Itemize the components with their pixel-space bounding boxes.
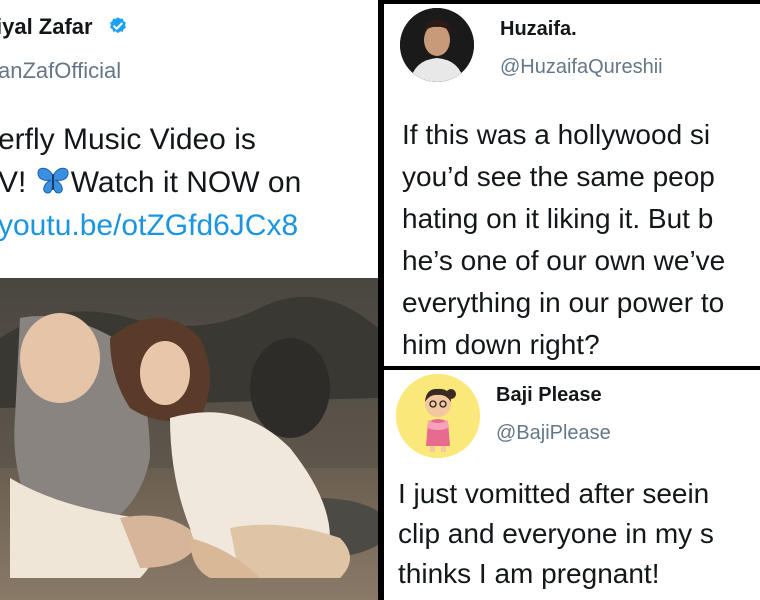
tweet-line: everything in our power to — [402, 287, 725, 318]
tweet-text: erfly Music Video is V! Watch it NOW on … — [0, 118, 301, 247]
avatar[interactable] — [400, 8, 474, 82]
tweet-line: him down right? — [402, 329, 600, 360]
author-handle[interactable]: @HuzaifaQureshii — [500, 56, 663, 79]
tweet-line: clip and everyone in my s — [398, 518, 714, 549]
avatar[interactable] — [396, 374, 480, 458]
avatar-portrait-icon — [400, 8, 474, 82]
tweet-line: I just vomitted after seein — [398, 478, 710, 509]
author-name[interactable]: iyal Zafar — [0, 14, 93, 40]
cartoon-avatar-icon — [396, 374, 480, 458]
author-name[interactable]: Huzaifa. — [500, 18, 577, 41]
right-top-tweet-card: Huzaifa. @HuzaifaQureshii If this was a … — [384, 4, 760, 366]
verified-badge-icon — [110, 17, 126, 34]
tweet-line: If this was a hollywood si — [402, 119, 711, 150]
butterfly-icon — [37, 167, 69, 194]
music-video-thumbnail[interactable] — [0, 278, 378, 600]
author-handle[interactable]: anZafOfficial — [0, 58, 121, 84]
tweet-line-text: Watch it NOW on — [70, 166, 302, 199]
tweet-line: you’d see the same peop — [402, 161, 715, 192]
author-handle[interactable]: @BajiPlease — [496, 422, 611, 445]
tweet-line: erfly Music Video is — [0, 123, 256, 156]
right-bottom-tweet-card: Baji Please @BajiPlease I just vomitted … — [384, 370, 760, 600]
tweet-text: If this was a hollywood si you’d see the… — [402, 114, 725, 366]
tweet-line: V! Watch it NOW on — [0, 161, 301, 204]
tweet-line: he’s one of our own we’ve — [402, 245, 726, 276]
tweet-line: hating on it liking it. But b — [402, 203, 714, 234]
author-name[interactable]: Baji Please — [496, 384, 602, 407]
tweet-line-text: V! — [0, 166, 35, 199]
left-tweet-card: iyal Zafar anZafOfficial erfly Music Vid… — [0, 0, 378, 600]
tweet-line: thinks I am pregnant! — [398, 558, 660, 589]
tweet-text: I just vomitted after seein clip and eve… — [398, 474, 714, 594]
video-link[interactable]: youtu.be/otZGfd6JCx8 — [0, 204, 301, 247]
